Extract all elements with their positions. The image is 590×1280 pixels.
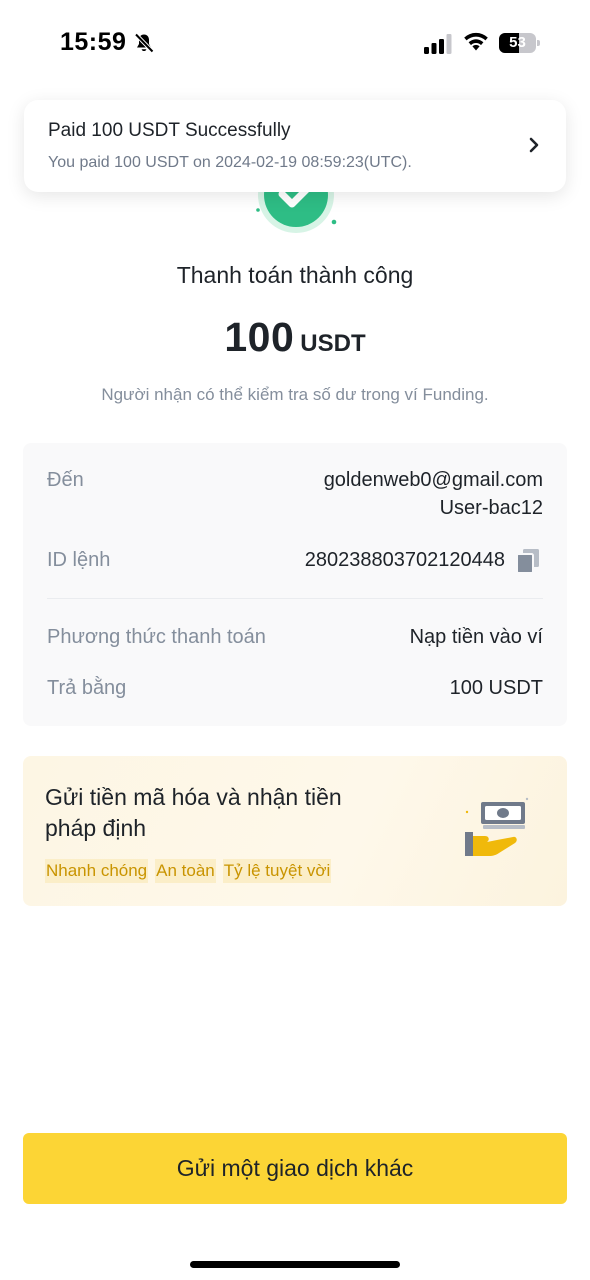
- recipient-label: Đến: [47, 469, 84, 491]
- chevron-right-icon[interactable]: [528, 136, 540, 154]
- promo-tag: Tỷ lệ tuyệt vời: [222, 859, 332, 883]
- payment-method-label: Phương thức thanh toán: [47, 626, 266, 648]
- promo-tags: Nhanh chóng An toàn Tỷ lệ tuyệt vời: [45, 859, 332, 883]
- battery-level: 53: [509, 34, 526, 51]
- send-another-transaction-button[interactable]: Gửi một giao dịch khác: [23, 1133, 567, 1204]
- fiat-offramp-promo-banner[interactable]: Gửi tiền mã hóa và nhận tiền pháp định N…: [23, 756, 567, 906]
- cellular-signal-icon: [424, 34, 452, 54]
- battery-indicator: 53: [499, 33, 540, 53]
- status-bar: 15:59 53: [0, 0, 590, 90]
- paid-with-label: Trả bằng: [47, 677, 127, 699]
- recipient-email: goldenweb0@gmail.com: [323, 469, 543, 491]
- home-indicator[interactable]: [190, 1261, 400, 1268]
- toast-title: Paid 100 USDT Successfully: [48, 120, 291, 141]
- cash-hand-icon: [465, 797, 529, 856]
- payment-method-value: Nạp tiền vào ví: [409, 626, 543, 648]
- toast-subtitle: You paid 100 USDT on 2024-02-19 08:59:23…: [48, 154, 412, 171]
- transaction-details-card: Đến goldenweb0@gmail.com User-bac12 ID l…: [23, 443, 567, 726]
- amount-display: 100 USDT: [0, 314, 590, 361]
- order-id-value: 280238803702120448: [304, 549, 505, 571]
- bell-slash-icon: [134, 33, 154, 53]
- payment-success-toast[interactable]: Paid 100 USDT Successfully You paid 100 …: [24, 100, 566, 192]
- result-title: Thanh toán thành công: [176, 262, 414, 288]
- result-note: Người nhận có thể kiểm tra số dư trong v…: [101, 385, 489, 404]
- promo-title: Gửi tiền mã hóa và nhận tiền pháp định: [45, 784, 342, 841]
- recipient-user: User-bac12: [439, 497, 543, 519]
- details-divider: [47, 598, 543, 599]
- wifi-icon: [464, 32, 488, 51]
- promo-tag: An toàn: [155, 859, 216, 883]
- copy-icon[interactable]: [517, 549, 539, 573]
- status-time: 15:59: [60, 28, 127, 56]
- order-id-label: ID lệnh: [47, 549, 111, 571]
- promo-tag: Nhanh chóng: [45, 859, 149, 883]
- amount-unit: USDT: [300, 330, 366, 357]
- amount-value: 100: [224, 314, 295, 360]
- paid-with-value: 100 USDT: [449, 677, 543, 699]
